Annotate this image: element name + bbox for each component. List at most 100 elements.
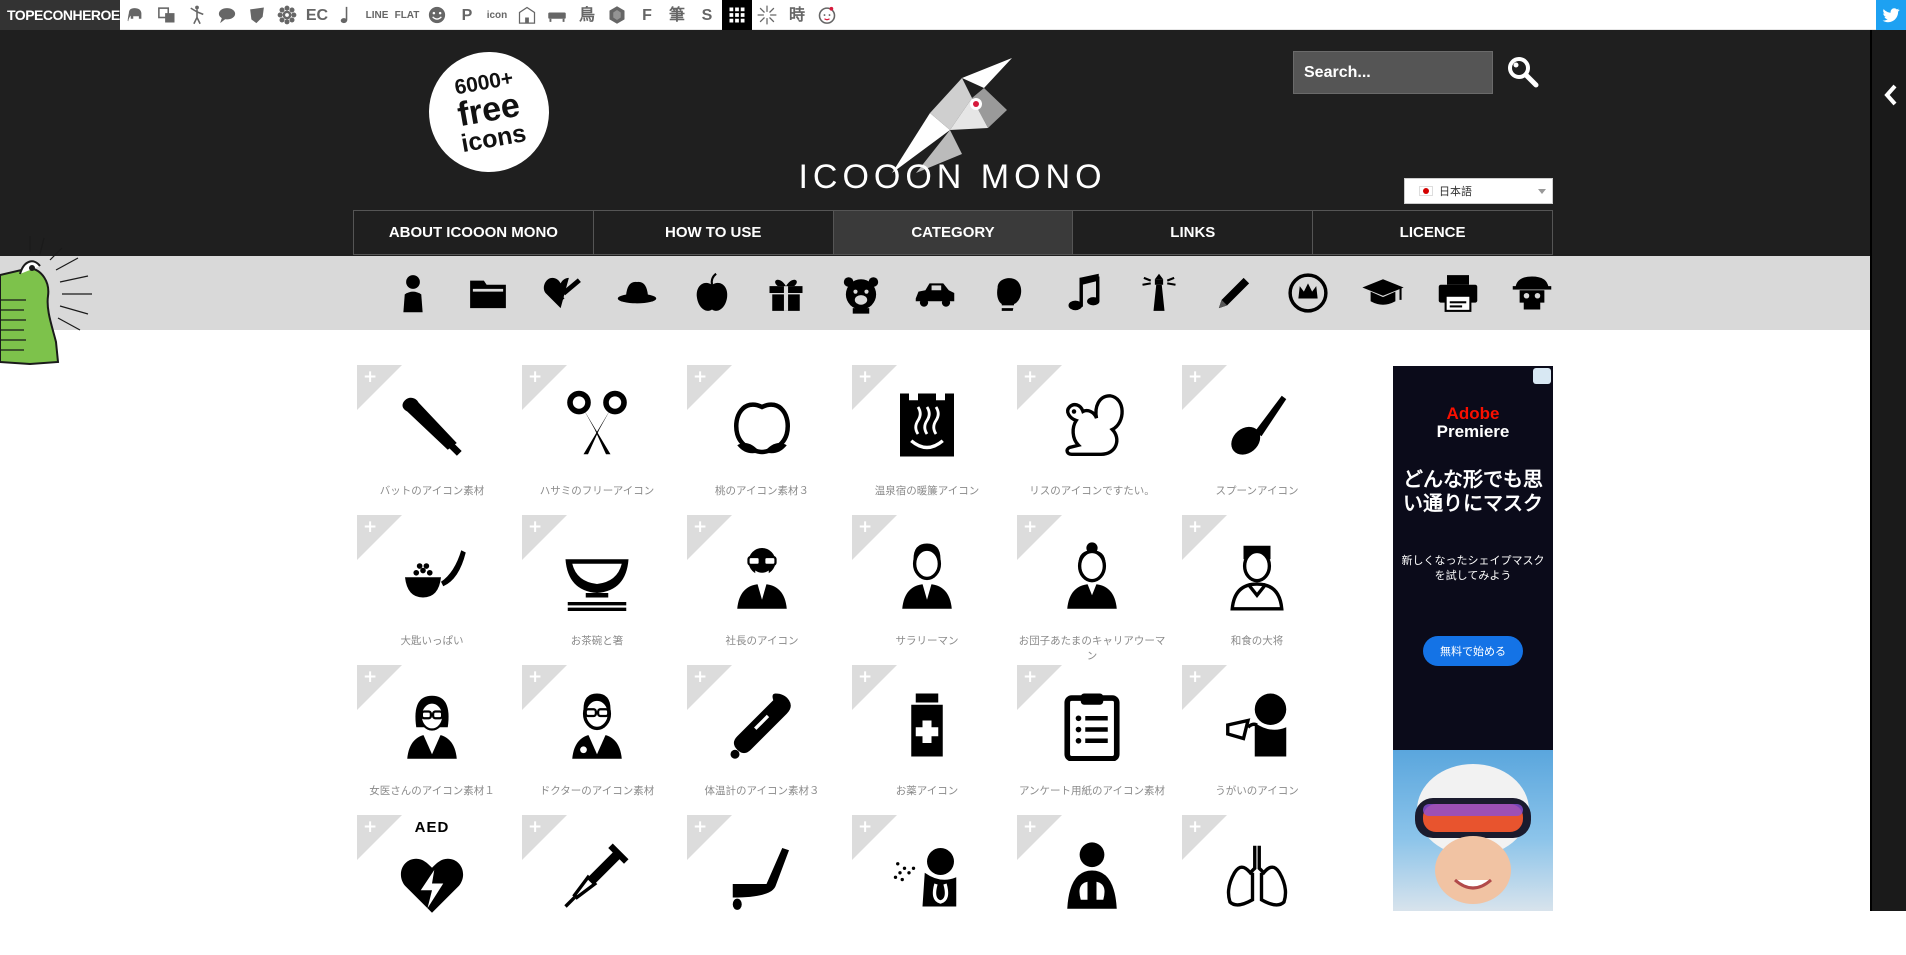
- search-input[interactable]: [1293, 51, 1493, 94]
- plus-icon[interactable]: +: [363, 367, 377, 387]
- icon-tile[interactable]: + ドクターのアイコン素材: [522, 665, 672, 805]
- icon-tile[interactable]: + アンケート用紙のアイコン素材: [1017, 665, 1167, 805]
- nav-item-category[interactable]: CATEGORY: [833, 211, 1074, 254]
- elephant-icon[interactable]: [122, 0, 152, 30]
- icon-tile[interactable]: + お薬アイコン: [852, 665, 1002, 805]
- adchoices-icon[interactable]: [1533, 368, 1551, 384]
- sofa-icon[interactable]: [542, 0, 572, 30]
- plus-icon[interactable]: +: [528, 667, 542, 687]
- icon-tile[interactable]: + うがいのアイコン: [1182, 665, 1332, 805]
- icon-tile[interactable]: + ハサミのフリーアイコン: [522, 365, 672, 505]
- search-icon[interactable]: [1505, 54, 1541, 90]
- icon-caption[interactable]: サラリーマン: [852, 634, 1002, 649]
- f-icon[interactable]: F: [632, 0, 662, 30]
- twitter-icon[interactable]: [1876, 0, 1906, 30]
- icon-text-icon[interactable]: icon: [482, 0, 512, 30]
- icon-caption[interactable]: バットのアイコン素材: [357, 484, 507, 499]
- plus-icon[interactable]: +: [1023, 517, 1037, 537]
- hexagon-icon[interactable]: [602, 0, 632, 30]
- folder-icon[interactable]: [451, 256, 526, 330]
- unicorn-logo-icon[interactable]: [892, 58, 1012, 173]
- icon-caption[interactable]: お茶碗と箸: [522, 634, 672, 649]
- skull-icon[interactable]: [1495, 256, 1570, 330]
- smile-icon[interactable]: [422, 0, 452, 30]
- plus-icon[interactable]: +: [1188, 817, 1202, 837]
- grid-icon[interactable]: [722, 0, 752, 30]
- car-icon[interactable]: [898, 256, 973, 330]
- topeconheroes-link[interactable]: TOPECONHEROES: [0, 0, 129, 30]
- gear-flower-icon[interactable]: [272, 0, 302, 30]
- parking-icon[interactable]: P: [452, 0, 482, 30]
- plus-icon[interactable]: +: [1188, 367, 1202, 387]
- plus-icon[interactable]: +: [858, 367, 872, 387]
- plus-icon[interactable]: +: [363, 517, 377, 537]
- icon-tile[interactable]: + リスのアイコンですたい。: [1017, 365, 1167, 505]
- icon-tile[interactable]: +: [522, 815, 672, 955]
- icon-caption[interactable]: 体温計のアイコン素材３: [687, 784, 837, 799]
- plus-icon[interactable]: +: [1188, 517, 1202, 537]
- icon-tile[interactable]: + お茶碗と箸: [522, 515, 672, 655]
- printer-icon[interactable]: [1420, 256, 1495, 330]
- plus-icon[interactable]: +: [858, 517, 872, 537]
- plus-icon[interactable]: +: [363, 667, 377, 687]
- icon-caption[interactable]: 女医さんのアイコン素材１: [357, 784, 507, 799]
- hat-icon[interactable]: [600, 256, 675, 330]
- nav-item-links[interactable]: LINKS: [1073, 211, 1314, 254]
- time-kanji-icon[interactable]: 時: [782, 0, 812, 30]
- icon-tile[interactable]: + お団子あたまのキャリアウーマン: [1017, 515, 1167, 662]
- plus-icon[interactable]: +: [528, 817, 542, 837]
- plus-icon[interactable]: +: [693, 367, 707, 387]
- icon-tile[interactable]: + 和食の大将: [1182, 515, 1332, 655]
- s-icon[interactable]: S: [692, 0, 722, 30]
- icon-tile[interactable]: + 温泉宿の暖簾アイコン: [852, 365, 1002, 505]
- gift-icon[interactable]: [749, 256, 824, 330]
- music-note-icon[interactable]: [1047, 256, 1122, 330]
- crown-icon[interactable]: [1271, 256, 1346, 330]
- pencil-icon[interactable]: [1197, 256, 1272, 330]
- face-icon[interactable]: [812, 0, 842, 30]
- icon-tile[interactable]: + 桃のアイコン素材３: [687, 365, 837, 505]
- ad-cta-button[interactable]: 無料で始める: [1423, 636, 1523, 666]
- yoga-figure-icon[interactable]: [182, 0, 212, 30]
- layers-icon[interactable]: [152, 0, 182, 30]
- icon-tile[interactable]: + バットのアイコン素材: [357, 365, 507, 505]
- person-icon[interactable]: [376, 256, 451, 330]
- icon-caption[interactable]: 和食の大将: [1182, 634, 1332, 649]
- plus-icon[interactable]: +: [528, 517, 542, 537]
- speech-bubble-icon[interactable]: [212, 0, 242, 30]
- plus-icon[interactable]: +: [693, 517, 707, 537]
- plus-icon[interactable]: +: [1023, 367, 1037, 387]
- heart-syringe-icon[interactable]: [525, 256, 600, 330]
- icon-caption[interactable]: スプーンアイコン: [1182, 484, 1332, 499]
- icon-caption[interactable]: 社長のアイコン: [687, 634, 837, 649]
- plus-icon[interactable]: +: [858, 817, 872, 837]
- nav-item-about-icooon-mono[interactable]: ABOUT ICOOON MONO: [354, 211, 594, 254]
- bear-icon[interactable]: [824, 256, 899, 330]
- icon-tile[interactable]: + 社長のアイコン: [687, 515, 837, 655]
- icon-caption[interactable]: 桃のアイコン素材３: [687, 484, 837, 499]
- nav-item-licence[interactable]: LICENCE: [1313, 211, 1552, 254]
- nav-item-how-to-use[interactable]: HOW TO USE: [594, 211, 834, 254]
- apple-icon[interactable]: [674, 256, 749, 330]
- plus-icon[interactable]: +: [693, 667, 707, 687]
- icon-caption[interactable]: うがいのアイコン: [1182, 784, 1332, 799]
- boxing-glove-icon[interactable]: [973, 256, 1048, 330]
- icon-caption[interactable]: アンケート用紙のアイコン素材: [1017, 784, 1167, 799]
- icon-tile[interactable]: + 女医さんのアイコン素材１: [357, 665, 507, 805]
- icon-caption[interactable]: ハサミのフリーアイコン: [522, 484, 672, 499]
- icon-caption[interactable]: 大匙いっぱい: [357, 634, 507, 649]
- ribbon-icon[interactable]: [242, 0, 272, 30]
- plus-icon[interactable]: +: [693, 817, 707, 837]
- icon-tile[interactable]: + スプーンアイコン: [1182, 365, 1332, 505]
- icon-tile[interactable]: + AED: [357, 815, 507, 955]
- icon-tile[interactable]: +: [852, 815, 1002, 955]
- burst-icon[interactable]: [752, 0, 782, 30]
- icon-tile[interactable]: + 大匙いっぱい: [357, 515, 507, 655]
- brush-kanji-icon[interactable]: 筆: [662, 0, 692, 30]
- icon-caption[interactable]: お薬アイコン: [852, 784, 1002, 799]
- plus-icon[interactable]: +: [858, 667, 872, 687]
- icon-caption[interactable]: 温泉宿の暖簾アイコン: [852, 484, 1002, 499]
- plus-icon[interactable]: +: [528, 367, 542, 387]
- plus-icon[interactable]: +: [1023, 817, 1037, 837]
- icon-tile[interactable]: +: [1017, 815, 1167, 955]
